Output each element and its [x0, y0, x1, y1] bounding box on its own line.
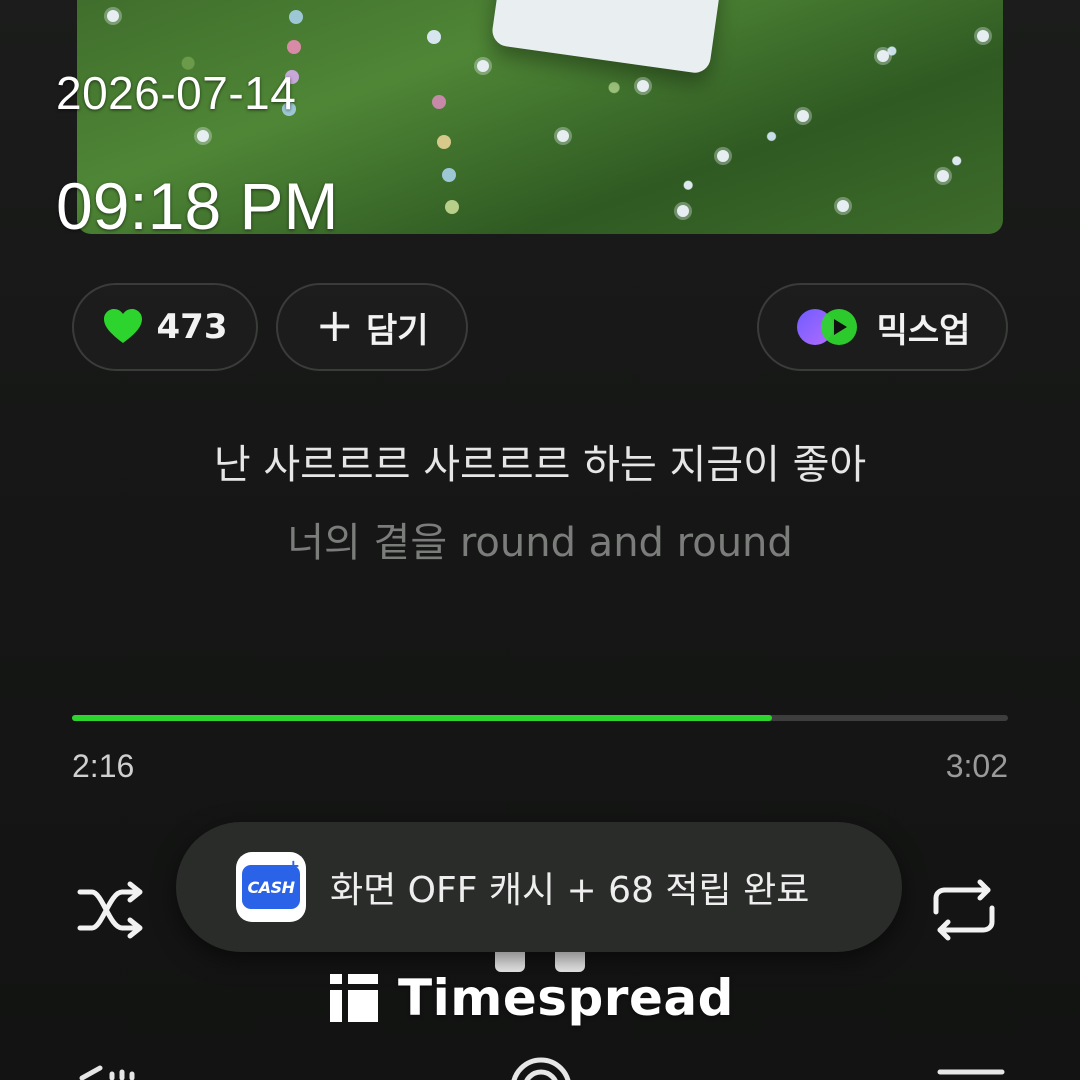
- overlay-date: 2026-07-14: [56, 67, 297, 119]
- album-art-flower: [937, 170, 949, 182]
- lyric-current-line[interactable]: 난 사르르르 사르르르 하는 지금이 좋아: [0, 432, 1080, 490]
- lyrics-icon[interactable]: [506, 1050, 576, 1080]
- album-art-flower: [797, 110, 809, 122]
- album-art-bead: [287, 40, 301, 54]
- album-art-flower: [477, 60, 489, 72]
- player-screen: 2026-07-14 09:18 PM 473 + 담기 믹스업 난 사르르르 …: [0, 0, 1080, 1080]
- lyric-next-line[interactable]: 너의 곁을 round and round: [0, 510, 1080, 568]
- mixup-label: 믹스업: [876, 310, 971, 351]
- cash-icon: CASH +: [236, 852, 306, 922]
- album-art-flower: [197, 130, 209, 142]
- menu-icon[interactable]: [936, 1050, 1006, 1080]
- plus-icon: +: [315, 298, 354, 352]
- album-art-bead: [445, 200, 459, 214]
- watermark: Timespread: [330, 969, 734, 1027]
- mixup-button[interactable]: 믹스업: [757, 283, 1008, 371]
- repeat-icon[interactable]: [928, 878, 1000, 942]
- album-art-flower: [637, 80, 649, 92]
- shuffle-icon[interactable]: [76, 878, 148, 942]
- album-art-flower: [717, 150, 729, 162]
- album-art-flower: [677, 205, 689, 217]
- album-art-bead: [289, 10, 303, 24]
- progress-bar[interactable]: [72, 715, 1008, 721]
- watermark-text: Timespread: [398, 969, 734, 1027]
- cash-toast: CASH + 화면 OFF 캐시 + 68 적립 완료: [176, 822, 902, 952]
- watermark-logo-icon: [330, 974, 378, 1022]
- album-art-bead: [432, 95, 446, 109]
- album-art-bead: [442, 168, 456, 182]
- like-count: 473: [156, 307, 228, 347]
- album-art-flower: [557, 130, 569, 142]
- album-art-bead: [427, 30, 441, 44]
- add-to-playlist-button[interactable]: + 담기: [276, 283, 468, 371]
- toast-message: 화면 OFF 캐시 + 68 적립 완료: [330, 870, 810, 911]
- album-art-flower: [977, 30, 989, 42]
- playlist-add-icon[interactable]: [76, 1050, 156, 1080]
- add-label: 담기: [365, 310, 429, 351]
- mixup-logo-icon: [796, 309, 857, 345]
- elapsed-time: 2:16: [72, 748, 135, 784]
- cash-plus-icon: +: [286, 856, 300, 875]
- album-art-flower: [107, 10, 119, 22]
- album-art-tile: [490, 0, 724, 75]
- like-button[interactable]: 473: [72, 283, 258, 371]
- total-time: 3:02: [945, 748, 1008, 784]
- album-art-flower: [837, 200, 849, 212]
- progress-fill: [72, 715, 773, 721]
- heart-icon: [103, 309, 142, 343]
- album-art-bead: [437, 135, 451, 149]
- album-art-flower: [877, 50, 889, 62]
- overlay-time: 09:18 PM: [56, 169, 339, 243]
